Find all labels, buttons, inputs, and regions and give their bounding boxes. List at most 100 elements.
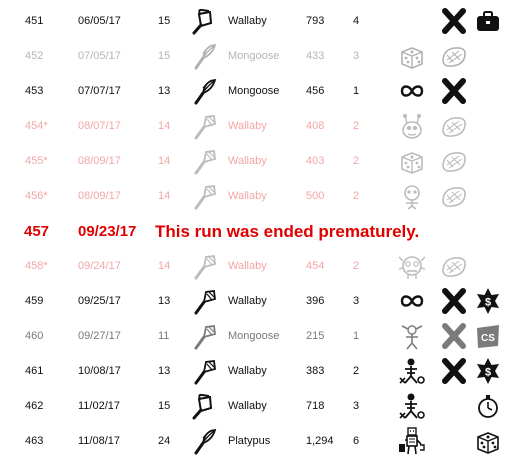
run-date: 08/07/17	[78, 120, 121, 132]
alien-icon	[396, 111, 428, 141]
pan-icon	[188, 391, 220, 421]
run-score: 408	[306, 120, 325, 132]
run-date: 08/09/17	[78, 155, 121, 167]
run-level: 13	[158, 85, 171, 97]
run-date: 06/05/17	[78, 15, 121, 27]
run-number: 460	[25, 330, 44, 342]
run-score: 456	[306, 85, 325, 97]
run-number: 463	[25, 435, 44, 447]
run-row: 458* 09/24/17 14 Wallaby 454 2	[0, 248, 525, 284]
infinity-icon	[396, 286, 428, 316]
run-date: 11/02/17	[78, 400, 121, 412]
x-mark-icon	[438, 321, 470, 351]
spatula-icon	[188, 286, 220, 316]
infinity-icon	[396, 76, 428, 106]
run-date: 08/09/17	[78, 190, 121, 202]
run-log: 451 06/05/17 15 Wallaby 793 4 452 07/05/17 15 Mon…	[0, 0, 525, 456]
run-number: 459	[25, 295, 44, 307]
character-name: Mongoose	[228, 85, 280, 97]
run-score: 454	[306, 260, 325, 272]
run-row: 451 06/05/17 15 Wallaby 793 4	[0, 3, 525, 39]
run-row: 461 10/08/17 13 Wallaby 383 2 $	[0, 353, 525, 389]
x-mark-icon	[438, 356, 470, 386]
character-name: Wallaby	[228, 365, 267, 377]
x-mark-icon	[438, 6, 470, 36]
goblin-icon	[396, 321, 428, 351]
steak-icon	[438, 146, 470, 176]
spatula-icon	[188, 181, 220, 211]
run-date: 10/08/17	[78, 365, 121, 377]
steak-icon	[438, 41, 470, 71]
run-count: 2	[353, 190, 360, 202]
dollar-star-icon: $	[472, 286, 504, 316]
run-score: 793	[306, 15, 325, 27]
whisk-icon	[188, 76, 220, 106]
spatula-icon	[188, 321, 220, 351]
run-score: 383	[306, 365, 325, 377]
run-row: 462 11/02/17 15 Wallaby 718 3	[0, 388, 525, 424]
run-row: 455* 08/09/17 14 Wallaby 403 2	[0, 143, 525, 179]
dice-icon	[472, 426, 504, 456]
run-number: 454*	[25, 120, 48, 132]
run-number: 457	[24, 223, 50, 240]
run-date: 09/27/17	[78, 330, 121, 342]
run-number: 462	[25, 400, 44, 412]
ended-message: This run was ended prematurely.	[155, 222, 420, 241]
run-level: 14	[158, 155, 171, 167]
run-row: 452 07/05/17 15 Mongoose 433 3	[0, 38, 525, 74]
run-score: 1,294	[306, 435, 334, 447]
dice-icon	[396, 41, 428, 71]
character-name: Wallaby	[228, 295, 267, 307]
ended-run-row: 457 09/23/17 This run was ended prematurel…	[0, 213, 525, 249]
svg-text:$: $	[485, 367, 491, 379]
run-score: 396	[306, 295, 325, 307]
run-score: 215	[306, 330, 325, 342]
run-row: 454* 08/07/17 14 Wallaby 408 2	[0, 108, 525, 144]
run-count: 6	[353, 435, 360, 447]
run-level: 13	[158, 295, 171, 307]
run-date: 09/23/17	[78, 223, 137, 240]
whisk-icon	[188, 426, 220, 456]
run-count: 3	[353, 295, 360, 307]
run-count: 3	[353, 400, 360, 412]
run-score: 500	[306, 190, 325, 202]
briefcase-icon	[472, 6, 504, 36]
pan-icon	[188, 6, 220, 36]
run-number: 451	[25, 15, 44, 27]
run-level: 13	[158, 365, 171, 377]
whisk-icon	[188, 41, 220, 71]
spatula-icon	[188, 111, 220, 141]
run-score: 433	[306, 50, 325, 62]
run-level: 15	[158, 400, 171, 412]
run-level: 11	[158, 330, 170, 342]
skeleton-icon	[396, 391, 428, 421]
run-number: 453	[25, 85, 44, 97]
run-count: 1	[353, 330, 360, 342]
run-date: 09/25/17	[78, 295, 121, 307]
robot-icon	[396, 426, 428, 456]
run-row: 453 07/07/17 13 Mongoose 456 1	[0, 73, 525, 109]
cs-badge-icon: CS	[472, 321, 504, 351]
skull-icon	[396, 181, 428, 211]
character-name: Wallaby	[228, 15, 267, 27]
run-date: 07/07/17	[78, 85, 121, 97]
run-count: 1	[353, 85, 360, 97]
run-row: 456* 08/09/17 14 Wallaby 500 2	[0, 178, 525, 214]
run-level: 15	[158, 50, 171, 62]
run-row: 459 09/25/17 13 Wallaby 396 3 $	[0, 283, 525, 319]
run-score: 718	[306, 400, 325, 412]
run-level: 14	[158, 120, 171, 132]
character-name: Wallaby	[228, 120, 267, 132]
svg-text:$: $	[485, 297, 491, 309]
run-score: 403	[306, 155, 325, 167]
run-count: 3	[353, 50, 360, 62]
spatula-icon	[188, 251, 220, 281]
run-level: 24	[158, 435, 171, 447]
run-level: 14	[158, 190, 171, 202]
skeleton-icon	[396, 356, 428, 386]
run-level: 15	[158, 15, 171, 27]
run-date: 09/24/17	[78, 260, 121, 272]
character-name: Wallaby	[228, 260, 267, 272]
run-number: 458*	[25, 260, 48, 272]
run-date: 11/08/17	[78, 435, 121, 447]
